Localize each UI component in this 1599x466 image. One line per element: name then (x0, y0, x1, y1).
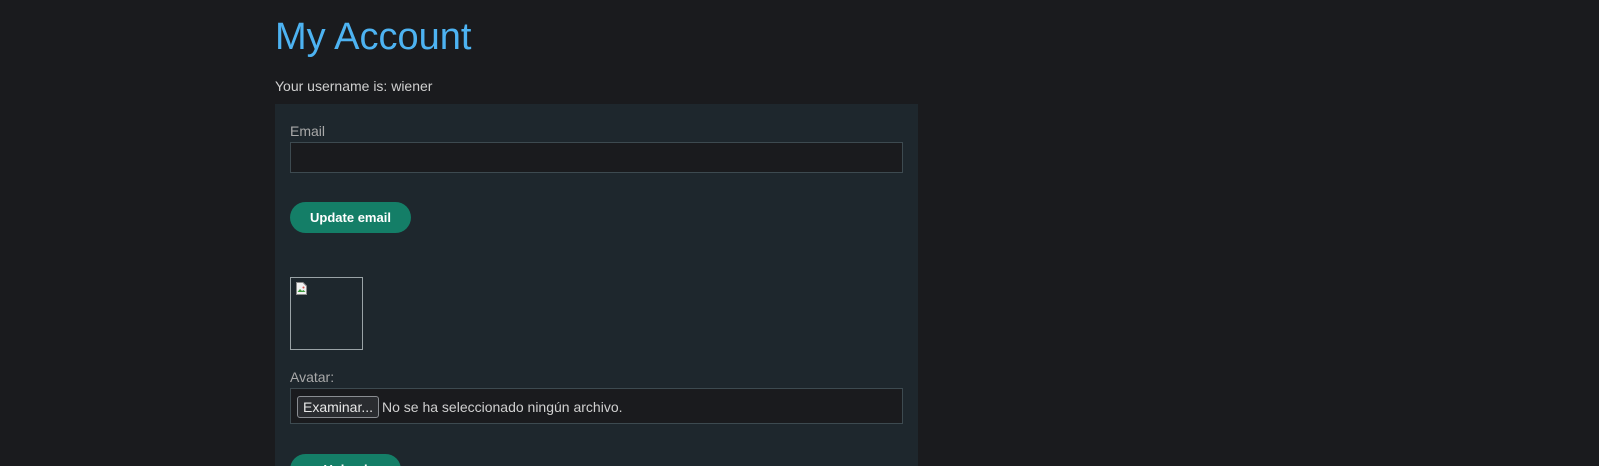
avatar-file-input[interactable]: Examinar... No se ha seleccionado ningún… (290, 388, 903, 424)
file-status-text: No se ha seleccionado ningún archivo. (382, 399, 623, 415)
broken-image-icon (296, 282, 307, 295)
account-panel: Email Update email Avatar: Examinar... N… (275, 104, 918, 466)
username-text: Your username is: wiener (275, 78, 433, 94)
email-label: Email (290, 123, 326, 139)
avatar-image (290, 277, 363, 350)
account-page: My Account Your username is: wiener Emai… (0, 0, 1599, 466)
upload-button[interactable]: Upload (290, 454, 401, 466)
page-title: My Account (275, 16, 472, 58)
avatar-label: Avatar: (290, 369, 335, 385)
update-email-button[interactable]: Update email (290, 202, 411, 233)
browse-file-button[interactable]: Examinar... (297, 396, 380, 418)
email-field[interactable] (290, 142, 903, 173)
